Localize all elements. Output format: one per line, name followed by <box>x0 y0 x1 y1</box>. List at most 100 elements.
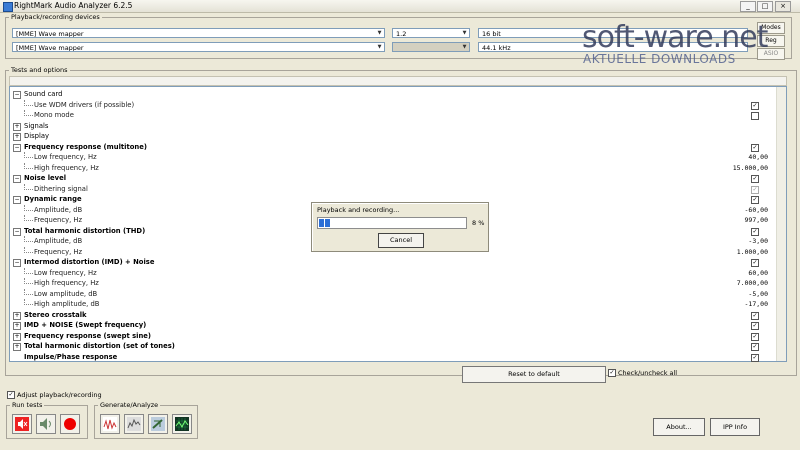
expand-icon[interactable]: + <box>13 332 21 341</box>
tree-row-label: High amplitude, dB <box>34 300 100 308</box>
tree-category-row[interactable]: + Signals <box>10 121 778 132</box>
tree-row-value[interactable]: 1.000,00 <box>737 247 768 258</box>
collapse-icon[interactable]: − <box>13 143 21 152</box>
minimize-button[interactable]: _ <box>740 1 756 12</box>
about-button[interactable]: About... <box>653 418 705 436</box>
tree-option-row[interactable]: Dithering signal ✓ <box>10 183 778 195</box>
tree-row-checkbox[interactable]: ✓ <box>751 101 759 110</box>
tree-category-row[interactable]: + Display <box>10 131 778 142</box>
tree-connector <box>24 299 33 305</box>
open-file-button[interactable] <box>148 414 168 434</box>
tree-row-value[interactable]: 7.000,00 <box>737 278 768 289</box>
collapse-icon[interactable]: − <box>13 259 21 267</box>
tree-row-checkbox[interactable]: ✓ <box>751 259 759 267</box>
tree-category-row[interactable]: + Total harmonic distortion (set of tones… <box>10 341 778 352</box>
collapse-icon[interactable]: − <box>13 196 21 204</box>
tree-category-row[interactable]: − Sound card <box>10 89 778 100</box>
collapse-icon[interactable]: − <box>13 91 21 99</box>
tree-row-value[interactable]: 60,00 <box>748 268 768 279</box>
oscilloscope-button[interactable] <box>172 414 192 434</box>
tree-header <box>9 76 787 86</box>
ipp-info-button[interactable]: IPP Info <box>710 418 760 436</box>
tree-option-row[interactable]: High frequency, Hz 7.000,00 <box>10 278 778 289</box>
maximize-button[interactable]: □ <box>757 1 773 12</box>
tree-category-row[interactable]: − Frequency response (multitone) ✓ <box>10 142 778 153</box>
tree-row-value[interactable]: -5,00 <box>748 289 768 300</box>
tree-option-row[interactable]: Low amplitude, dB -5,00 <box>10 288 778 300</box>
tree-row-label: Frequency response (swept sine) <box>24 331 152 340</box>
progress-fill <box>319 219 331 227</box>
tree-row-label: Use WDM drivers (if possible) <box>34 100 135 109</box>
progress-dialog: Playback and recording... 8 % Cancel <box>311 202 489 252</box>
tree-row-checkbox[interactable] <box>751 112 759 120</box>
graph-arrow-icon <box>151 417 165 431</box>
test-speaker-button[interactable] <box>12 414 32 434</box>
tree-row-label: Signals <box>24 121 49 130</box>
expand-icon[interactable]: + <box>13 322 21 330</box>
channels-select[interactable]: 1.2 ▼ <box>392 28 470 38</box>
playback-device-select[interactable]: [MME] Wave mapper ▼ <box>12 28 385 38</box>
collapse-icon[interactable]: − <box>13 175 21 183</box>
tree-row-value[interactable]: -3,00 <box>748 236 768 247</box>
reset-default-button[interactable]: Reset to default <box>462 366 606 383</box>
tree-option-row[interactable]: High amplitude, dB -17,00 <box>10 299 778 310</box>
playback-group-label: Playback/recording devices <box>9 13 102 21</box>
analyze-wave-button[interactable] <box>124 414 144 434</box>
speaker-muted-icon <box>15 417 29 431</box>
tree-row-checkbox[interactable]: ✓ <box>751 227 759 236</box>
tree-row-value[interactable]: -17,00 <box>745 299 768 310</box>
tree-category-row[interactable]: + Stereo crosstalk ✓ <box>10 310 778 321</box>
expand-icon[interactable]: + <box>13 343 21 351</box>
generate-signal-button[interactable] <box>100 414 120 434</box>
tree-connector <box>24 288 33 295</box>
expand-icon[interactable]: + <box>13 133 21 141</box>
tree-row-label: Dithering signal <box>34 184 88 193</box>
close-button[interactable]: × <box>775 1 791 12</box>
tree-row-value[interactable]: 15.000,00 <box>733 163 768 174</box>
tree-row-checkbox[interactable]: ✓ <box>751 322 759 330</box>
tree-row-checkbox[interactable]: ✓ <box>751 353 759 362</box>
tree-category-row[interactable]: + IMD + NOISE (Swept frequency) ✓ <box>10 320 778 331</box>
tree-option-row[interactable]: Low frequency, Hz 40,00 <box>10 152 778 163</box>
tree-row-label: Dynamic range <box>24 195 82 203</box>
recording-device-select[interactable]: [MME] Wave mapper ▼ <box>12 42 385 52</box>
dialog-title: Playback and recording... <box>317 206 400 214</box>
tree-category-row[interactable]: Impulse/Phase response ✓ <box>10 352 778 363</box>
record-button[interactable] <box>60 414 80 434</box>
tree-row-label: Intermod distortion (IMD) + Noise <box>24 258 155 266</box>
tree-row-value[interactable]: 997,00 <box>745 215 768 226</box>
tree-category-row[interactable]: + Frequency response (swept sine) ✓ <box>10 331 778 342</box>
tree-row-checkbox[interactable]: ✓ <box>751 143 759 152</box>
tree-option-row[interactable]: Use WDM drivers (if possible) ✓ <box>10 99 778 111</box>
tree-row-checkbox[interactable]: ✓ <box>751 175 759 183</box>
tree-option-row[interactable]: Mono mode <box>10 110 778 121</box>
window-title: RightMark Audio Analyzer 6.2.5 <box>14 1 133 10</box>
tree-row-value[interactable]: 40,00 <box>748 152 768 163</box>
tree-row-checkbox[interactable]: ✓ <box>751 196 759 204</box>
tree-row-label: Frequency response (multitone) <box>24 142 147 151</box>
tree-row-checkbox[interactable]: ✓ <box>751 311 759 320</box>
tree-row-value[interactable]: -60,00 <box>745 205 768 216</box>
tree-category-row[interactable]: − Intermod distortion (IMD) + Noise ✓ <box>10 257 778 268</box>
adjust-playback-toggle[interactable]: ✓ Adjust playback/recording <box>7 391 102 399</box>
check-all-checkbox[interactable]: ✓ <box>608 369 616 377</box>
tree-row-checkbox[interactable]: ✓ <box>751 343 759 351</box>
adjust-checkbox[interactable]: ✓ <box>7 391 15 399</box>
tree-row-label: Frequency, Hz <box>34 216 83 224</box>
collapse-icon[interactable]: − <box>13 227 21 236</box>
tree-row-checkbox[interactable]: ✓ <box>751 332 759 341</box>
app-icon <box>3 2 13 12</box>
bit-depth-value: 16 bit <box>482 30 501 38</box>
tree-option-row[interactable]: Low frequency, Hz 60,00 <box>10 267 778 279</box>
tree-category-row[interactable]: − Noise level ✓ <box>10 173 778 184</box>
test-loopback-button[interactable] <box>36 414 56 434</box>
cancel-button[interactable]: Cancel <box>378 233 424 248</box>
tests-group-label: Tests and options <box>9 66 70 74</box>
expand-icon[interactable]: + <box>13 122 21 131</box>
tree-row-label: Sound card <box>24 90 63 98</box>
tree-row-label: Noise level <box>24 174 67 182</box>
chevron-down-icon: ▼ <box>377 44 382 50</box>
tree-option-row[interactable]: High frequency, Hz 15.000,00 <box>10 162 778 174</box>
expand-icon[interactable]: + <box>13 311 21 320</box>
check-all-toggle[interactable]: ✓ Check/uncheck all <box>608 369 677 377</box>
